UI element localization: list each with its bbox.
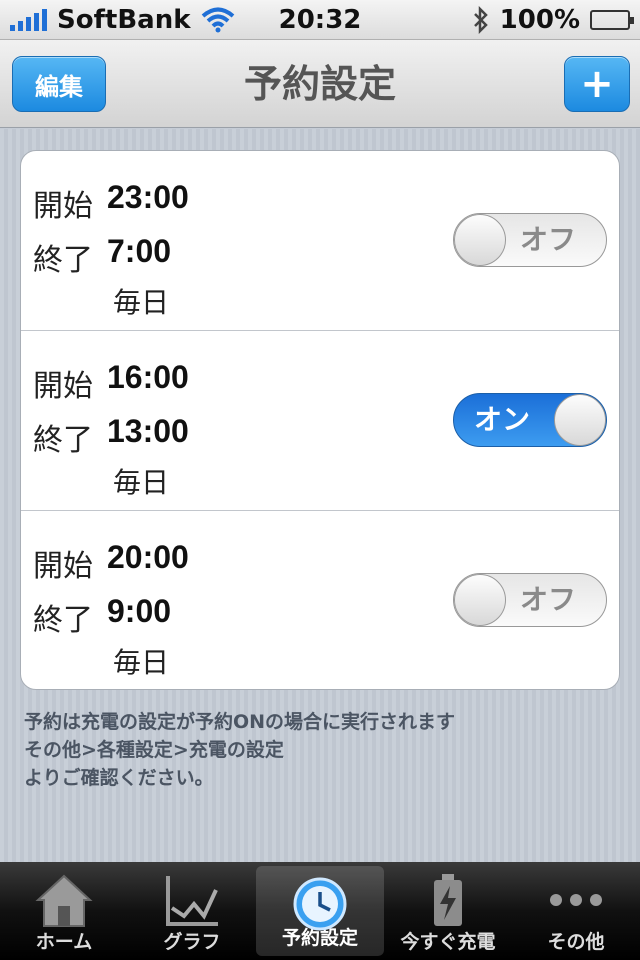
tab-label: その他 bbox=[547, 931, 605, 953]
end-label: 終了 bbox=[33, 243, 93, 278]
repeat-label: 毎日 bbox=[113, 466, 170, 499]
toggle-knob bbox=[454, 574, 506, 626]
start-time: 23:00 bbox=[107, 179, 189, 215]
battery-charge-icon bbox=[434, 874, 462, 926]
toggle-knob bbox=[554, 394, 606, 446]
more-icon bbox=[550, 894, 602, 906]
signal-strength-icon bbox=[10, 8, 47, 31]
status-bar: SoftBank 20:32 100% bbox=[0, 0, 640, 40]
home-icon bbox=[35, 874, 93, 927]
toggle-label: オフ bbox=[520, 223, 577, 256]
toggle-knob bbox=[454, 214, 506, 266]
tab-home[interactable]: ホーム bbox=[0, 862, 128, 960]
repeat-label: 毎日 bbox=[113, 646, 170, 679]
note-line: その他>各種設定>充電の設定 bbox=[24, 739, 284, 761]
toggle-label: オン bbox=[474, 403, 531, 436]
start-label: 開始 bbox=[33, 549, 93, 584]
tab-label: 今すぐ充電 bbox=[400, 931, 496, 953]
battery-icon bbox=[590, 9, 634, 30]
note-line: 予約は充電の設定が予約ONの場合に実行されます bbox=[24, 711, 456, 733]
end-label: 終了 bbox=[33, 423, 93, 458]
tab-more[interactable]: その他 bbox=[512, 862, 640, 960]
add-schedule-button[interactable]: + bbox=[564, 56, 630, 112]
schedule-row[interactable]: 開始 20:00 終了 9:00 毎日 オフ bbox=[21, 511, 619, 689]
schedule-row[interactable]: 開始 23:00 終了 7:00 毎日 オフ bbox=[21, 151, 619, 331]
schedule-toggle[interactable]: オフ bbox=[453, 213, 607, 267]
end-time: 9:00 bbox=[107, 593, 172, 629]
wifi-icon bbox=[201, 7, 234, 32]
start-time: 16:00 bbox=[107, 359, 189, 395]
end-label: 終了 bbox=[33, 603, 93, 638]
graph-icon bbox=[166, 876, 218, 926]
tab-label: ホーム bbox=[35, 931, 93, 953]
end-time: 13:00 bbox=[107, 413, 189, 449]
navigation-bar: 予約設定 編集 + bbox=[0, 40, 640, 128]
schedule-list: 開始 23:00 終了 7:00 毎日 オフ 開始 16:00 終了 13:00… bbox=[20, 150, 620, 690]
edit-button[interactable]: 編集 bbox=[12, 56, 106, 112]
clock-icon bbox=[293, 877, 347, 931]
toggle-label: オフ bbox=[520, 583, 577, 616]
status-left: SoftBank bbox=[10, 5, 235, 35]
carrier-name: SoftBank bbox=[57, 4, 191, 35]
schedule-toggle[interactable]: オフ bbox=[453, 573, 607, 627]
status-right: 100% bbox=[472, 4, 634, 35]
start-time: 20:00 bbox=[107, 539, 189, 575]
start-label: 開始 bbox=[33, 189, 93, 224]
schedule-row[interactable]: 開始 16:00 終了 13:00 毎日 オン bbox=[21, 331, 619, 511]
end-time: 7:00 bbox=[107, 233, 172, 269]
tab-graph[interactable]: グラフ bbox=[128, 862, 256, 960]
tab-bar: ホーム グラフ 予約設定 今すぐ充電 その他 bbox=[0, 862, 640, 960]
repeat-label: 毎日 bbox=[113, 286, 170, 319]
info-note: 予約は充電の設定が予約ONの場合に実行されます その他>各種設定>充電の設定 よ… bbox=[24, 708, 624, 792]
schedule-toggle[interactable]: オン bbox=[453, 393, 607, 447]
tab-label: グラフ bbox=[163, 931, 221, 953]
tab-charge-now[interactable]: 今すぐ充電 bbox=[384, 862, 512, 960]
tab-schedule[interactable]: 予約設定 bbox=[256, 866, 384, 956]
start-label: 開始 bbox=[33, 369, 93, 404]
note-line: よりご確認ください。 bbox=[24, 767, 214, 789]
bluetooth-icon bbox=[473, 5, 488, 34]
battery-percent: 100% bbox=[499, 4, 580, 35]
